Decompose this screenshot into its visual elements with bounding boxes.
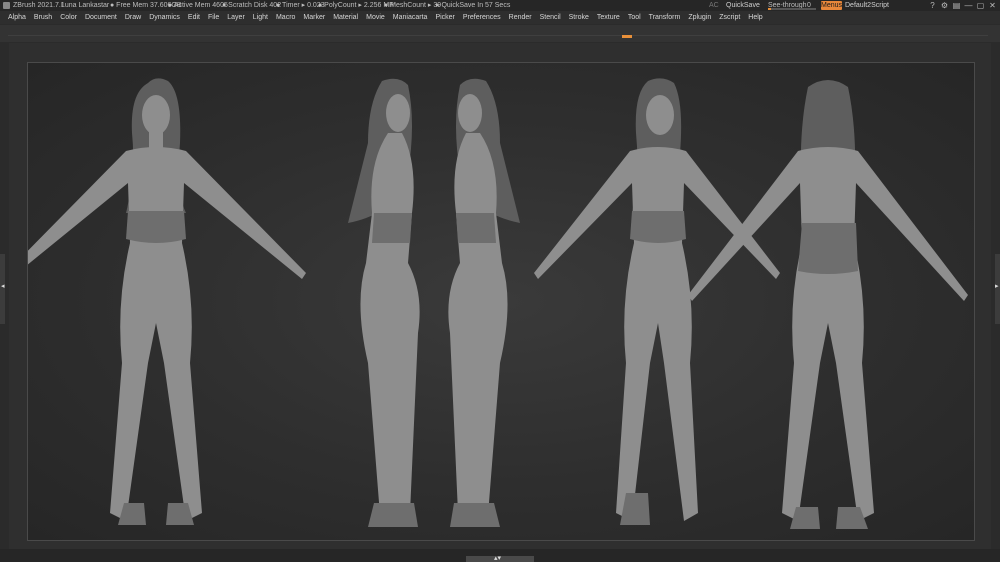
menu-draw[interactable]: Draw [121,11,145,24]
model-left-side-view [348,78,420,527]
model-three-quarter-view [534,78,780,525]
see-through-slider[interactable]: See-through 0 [768,1,816,10]
menu-help[interactable]: Help [744,11,766,24]
menu-zscript[interactable]: Zscript [715,11,744,24]
quicksave-timer: ▸ QuickSave In 57 Secs [436,2,511,9]
model-turnaround [28,78,968,529]
menu-dynamics[interactable]: Dynamics [145,11,184,24]
layout-icon[interactable]: ▤ [952,1,961,10]
menu-movie[interactable]: Movie [362,11,389,24]
user-name: Luna Lankastar [61,2,110,9]
menu-stroke[interactable]: Stroke [565,11,593,24]
maximize-icon[interactable]: ▢ [976,1,985,10]
menu-marker[interactable]: Marker [299,11,329,24]
polycount: ● PolyCount ▸ 2.256 MP [318,2,394,9]
meshcount: ● MeshCount ▸ 39 [384,2,442,9]
left-tray-arrow-icon[interactable]: ◂ [1,282,5,290]
see-through-fill [768,8,771,10]
title-bar: ZBrush 2021.7.1 Luna Lankastar ● Free Me… [0,0,1000,11]
default-script-button[interactable]: Default2Script [845,1,889,10]
menu-alpha[interactable]: Alpha [0,11,30,24]
menus-button[interactable]: Menus [821,1,842,10]
app-title: ZBrush 2021.7.1 [13,2,65,9]
menu-color[interactable]: Color [56,11,81,24]
menu-brush[interactable]: Brush [30,11,56,24]
zbrush-logo-icon [3,2,10,9]
model-right-side-view [448,78,520,527]
active-mem: ● Active Mem 4605 [168,2,228,9]
menu-light[interactable]: Light [249,11,272,24]
menu-edit[interactable]: Edit [184,11,204,24]
menu-render[interactable]: Render [505,11,536,24]
scratch-disk: ● Scratch Disk 402 [222,2,282,9]
shelf-divider [8,35,988,36]
model-front-view [28,78,306,525]
menu-transform[interactable]: Transform [645,11,685,24]
menu-maniacarta[interactable]: Maniacarta [389,11,432,24]
menu-zplugin[interactable]: Zplugin [684,11,715,24]
minimize-icon[interactable]: — [964,1,973,10]
right-tray-arrow-icon[interactable]: ▸ [995,282,999,290]
quicksave-button[interactable]: QuickSave [726,1,760,10]
menu-preferences[interactable]: Preferences [459,11,505,24]
menu-document[interactable]: Document [81,11,121,24]
menu-tool[interactable]: Tool [624,11,645,24]
settings-icon[interactable]: ⚙ [940,1,949,10]
main-menu-bar: Alpha Brush Color Document Draw Dynamics Edit F… [0,11,1000,24]
help-icon[interactable]: ? [928,1,937,10]
model-back-view [688,80,968,529]
menu-layer[interactable]: Layer [223,11,249,24]
menu-picker[interactable]: Picker [431,11,458,24]
menu-texture[interactable]: Texture [593,11,624,24]
menu-stencil[interactable]: Stencil [536,11,565,24]
menu-macro[interactable]: Macro [272,11,299,24]
close-icon[interactable]: ✕ [988,1,997,10]
ac-label: AC [709,2,719,9]
menu-file[interactable]: File [204,11,223,24]
shelf-marker[interactable] [622,35,632,38]
bottom-tray-arrow-icon[interactable]: ▴▾ [494,554,501,562]
viewport-canvas[interactable] [27,62,975,541]
menu-material[interactable]: Material [329,11,362,24]
top-shelf [0,25,1000,42]
